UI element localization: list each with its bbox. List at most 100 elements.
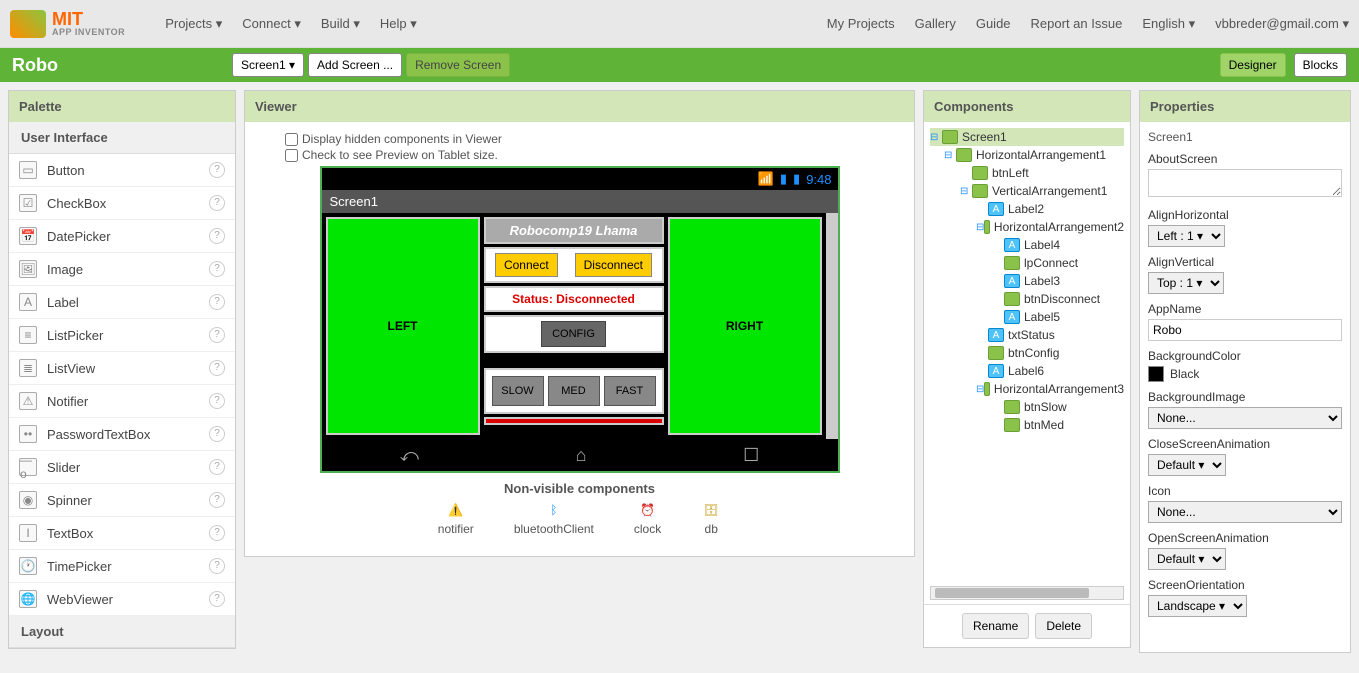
nonvis-clock[interactable]: ⏰clock: [634, 500, 661, 536]
menu-projects[interactable]: Projects ▾: [165, 16, 222, 32]
designer-tab[interactable]: Designer: [1220, 53, 1286, 77]
tree-node-Label5[interactable]: ALabel5: [930, 308, 1124, 326]
tree-node-btnLeft[interactable]: btnLeft: [930, 164, 1124, 182]
palette-item-timepicker[interactable]: 🕐TimePicker?: [9, 550, 235, 583]
help-icon[interactable]: ?: [209, 261, 225, 277]
preview-config-button[interactable]: CONFIG: [541, 321, 606, 347]
tree-node-btnMed[interactable]: btnMed: [930, 416, 1124, 434]
tree-toggle-icon[interactable]: ⊟: [930, 132, 942, 143]
help-icon[interactable]: ?: [209, 558, 225, 574]
appname-input[interactable]: [1148, 319, 1342, 341]
help-icon[interactable]: ?: [209, 162, 225, 178]
preview-connect-button[interactable]: Connect: [495, 253, 558, 277]
rename-button[interactable]: Rename: [962, 613, 1029, 639]
tree-toggle-icon[interactable]: ⊟: [960, 186, 972, 197]
phone-screen[interactable]: LEFT Robocomp19 Lhama Connect Disconnect…: [322, 213, 838, 439]
tree-toggle-icon[interactable]: ⊟: [944, 150, 956, 161]
menu-connect[interactable]: Connect ▾: [242, 16, 301, 32]
preview-med-button[interactable]: MED: [548, 376, 600, 406]
preview-status[interactable]: Status: Disconnected: [484, 286, 664, 312]
tree-node-Label2[interactable]: ALabel2: [930, 200, 1124, 218]
tree-node-HorizontalArrangement1[interactable]: ⊟HorizontalArrangement1: [930, 146, 1124, 164]
palette-item-label[interactable]: ALabel?: [9, 286, 235, 319]
palette-item-button[interactable]: ▭Button?: [9, 154, 235, 187]
menu-help[interactable]: Help ▾: [380, 16, 417, 32]
palette-section-layout[interactable]: Layout: [9, 616, 235, 648]
back-icon[interactable]: ⤺: [400, 445, 419, 466]
tree-node-txtStatus[interactable]: AtxtStatus: [930, 326, 1124, 344]
screen-dropdown[interactable]: Screen1 ▾: [232, 53, 304, 77]
palette-item-notifier[interactable]: ⚠Notifier?: [9, 385, 235, 418]
help-icon[interactable]: ?: [209, 525, 225, 541]
tree-node-Label4[interactable]: ALabel4: [930, 236, 1124, 254]
tree-node-HorizontalArrangement2[interactable]: ⊟HorizontalArrangement2: [930, 218, 1124, 236]
help-icon[interactable]: ?: [209, 459, 225, 475]
palette-item-spinner[interactable]: ◉Spinner?: [9, 484, 235, 517]
add-screen-button[interactable]: Add Screen ...: [308, 53, 402, 77]
blocks-tab[interactable]: Blocks: [1294, 53, 1347, 77]
tree-toggle-icon[interactable]: ⊟: [976, 384, 984, 395]
preview-slow-button[interactable]: SLOW: [492, 376, 544, 406]
palette-item-image[interactable]: 🖼Image?: [9, 253, 235, 286]
help-icon[interactable]: ?: [209, 492, 225, 508]
preview-redbar[interactable]: [484, 417, 664, 425]
preview-left-button[interactable]: LEFT: [326, 217, 480, 435]
menu-report[interactable]: Report an Issue: [1031, 16, 1123, 32]
bgimage-select[interactable]: None...: [1148, 407, 1342, 429]
chk-hidden[interactable]: [285, 133, 298, 146]
alignv-select[interactable]: Top : 1 ▾: [1148, 272, 1224, 294]
tree-node-VerticalArrangement1[interactable]: ⊟VerticalArrangement1: [930, 182, 1124, 200]
openanim-select[interactable]: Default ▾: [1148, 548, 1226, 570]
palette-item-listview[interactable]: ≣ListView?: [9, 352, 235, 385]
help-icon[interactable]: ?: [209, 393, 225, 409]
nonvis-db[interactable]: 🗄db: [701, 500, 721, 536]
nonvis-bluetooth[interactable]: ᛒbluetoothClient: [514, 500, 594, 536]
tree-node-Label3[interactable]: ALabel3: [930, 272, 1124, 290]
nonvis-notifier[interactable]: ⚠️notifier: [438, 500, 474, 536]
tree-node-HorizontalArrangement3[interactable]: ⊟HorizontalArrangement3: [930, 380, 1124, 398]
components-tree[interactable]: ⊟Screen1⊟HorizontalArrangement1btnLeft⊟V…: [924, 122, 1130, 582]
help-icon[interactable]: ?: [209, 426, 225, 442]
palette-item-listpicker[interactable]: ≡ListPicker?: [9, 319, 235, 352]
tree-node-lpConnect[interactable]: lpConnect: [930, 254, 1124, 272]
tree-toggle-icon[interactable]: ⊟: [976, 222, 984, 233]
palette-item-passwordtextbox[interactable]: ••PasswordTextBox?: [9, 418, 235, 451]
preview-scrollbar[interactable]: [826, 213, 838, 439]
help-icon[interactable]: ?: [209, 591, 225, 607]
recent-icon[interactable]: ☐: [743, 445, 759, 466]
help-icon[interactable]: ?: [209, 327, 225, 343]
menu-lang[interactable]: English ▾: [1142, 16, 1195, 32]
chk-tablet[interactable]: [285, 149, 298, 162]
preview-disconnect-button[interactable]: Disconnect: [575, 253, 652, 277]
palette-item-checkbox[interactable]: ☑CheckBox?: [9, 187, 235, 220]
menu-guide[interactable]: Guide: [976, 16, 1011, 32]
tree-node-btnConfig[interactable]: btnConfig: [930, 344, 1124, 362]
alignh-select[interactable]: Left : 1 ▾: [1148, 225, 1225, 247]
delete-button[interactable]: Delete: [1035, 613, 1092, 639]
tree-node-btnSlow[interactable]: btnSlow: [930, 398, 1124, 416]
orient-select[interactable]: Landscape ▾: [1148, 595, 1247, 617]
preview-title[interactable]: Robocomp19 Lhama: [484, 217, 664, 244]
help-icon[interactable]: ?: [209, 294, 225, 310]
help-icon[interactable]: ?: [209, 360, 225, 376]
components-hscroll[interactable]: [930, 586, 1124, 600]
preview-fast-button[interactable]: FAST: [604, 376, 656, 406]
palette-section-ui[interactable]: User Interface: [9, 122, 235, 154]
menu-build[interactable]: Build ▾: [321, 16, 360, 32]
menu-gallery[interactable]: Gallery: [915, 16, 956, 32]
logo[interactable]: MIT APP INVENTOR: [10, 10, 125, 38]
tree-node-Label6[interactable]: ALabel6: [930, 362, 1124, 380]
icon-select[interactable]: None...: [1148, 501, 1342, 523]
palette-item-webviewer[interactable]: 🌐WebViewer?: [9, 583, 235, 616]
closeanim-select[interactable]: Default ▾: [1148, 454, 1226, 476]
aboutscreen-input[interactable]: [1148, 169, 1342, 197]
tree-node-Screen1[interactable]: ⊟Screen1: [930, 128, 1124, 146]
help-icon[interactable]: ?: [209, 228, 225, 244]
menu-myprojects[interactable]: My Projects: [827, 16, 895, 32]
help-icon[interactable]: ?: [209, 195, 225, 211]
home-icon[interactable]: ⌂: [576, 445, 587, 466]
palette-item-slider[interactable]: —oSlider?: [9, 451, 235, 484]
palette-item-textbox[interactable]: ITextBox?: [9, 517, 235, 550]
menu-account[interactable]: vbbreder@gmail.com ▾: [1215, 16, 1349, 32]
preview-right-button[interactable]: RIGHT: [668, 217, 822, 435]
